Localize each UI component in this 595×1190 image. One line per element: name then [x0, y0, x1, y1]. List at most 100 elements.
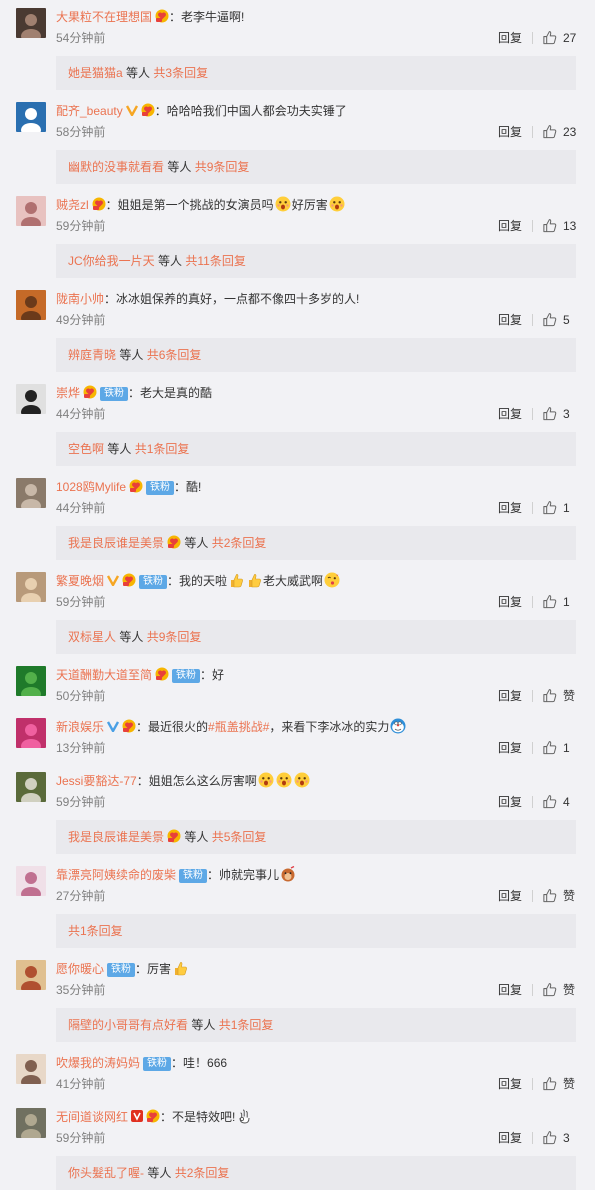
reply-button[interactable]: 回复 — [498, 594, 522, 610]
avatar[interactable] — [16, 866, 46, 896]
reply-button[interactable]: 回复 — [498, 218, 522, 234]
replies-preview[interactable]: 隔壁的小哥哥有点好看 等人 共1条回复 — [56, 1008, 576, 1042]
thumbs-up-icon — [542, 741, 557, 755]
username-link[interactable]: 无间道谈网红 — [56, 1110, 128, 1124]
like-button[interactable]: 1 — [542, 500, 570, 516]
reply-button[interactable]: 回复 — [498, 406, 522, 422]
replies-preview[interactable]: 共1条回复 — [56, 914, 576, 948]
avatar[interactable] — [16, 290, 46, 320]
reply-button[interactable]: 回复 — [498, 740, 522, 756]
reply-button[interactable]: 回复 — [498, 500, 522, 516]
like-button[interactable]: 23 — [542, 124, 576, 140]
view-replies-link[interactable]: 共1条回复 — [135, 442, 190, 456]
like-button[interactable]: 赞 — [542, 1076, 575, 1092]
avatar[interactable] — [16, 1054, 46, 1084]
reply-button[interactable]: 回复 — [498, 982, 522, 998]
username-link[interactable]: 繁夏晚烟 — [56, 574, 104, 588]
hashtag-link[interactable]: #瓶盖挑战# — [208, 720, 269, 734]
reply-username-link[interactable]: 你头髮乱了喔- — [68, 1166, 144, 1180]
replies-preview[interactable]: 辨庭青晓 等人 共6条回复 — [56, 338, 576, 372]
replies-preview[interactable]: 我是良辰谁是美景 等人 共5条回复 — [56, 820, 576, 854]
like-button[interactable]: 4 — [542, 794, 570, 810]
like-button[interactable]: 13 — [542, 218, 576, 234]
reply-button[interactable]: 回复 — [498, 312, 522, 328]
like-button[interactable]: 3 — [542, 1130, 570, 1146]
replies-preview[interactable]: 幽默的没事就看看 等人 共9条回复 — [56, 150, 576, 184]
view-replies-link[interactable]: 共11条回复 — [185, 254, 245, 268]
view-replies-link[interactable]: 共1条回复 — [219, 1018, 274, 1032]
replies-preview[interactable]: 双标星人 等人 共9条回复 — [56, 620, 576, 654]
reply-username-link[interactable]: 辨庭青晓 — [68, 348, 116, 362]
reply-username-link[interactable]: 隔壁的小哥哥有点好看 — [68, 1018, 188, 1032]
view-replies-link[interactable]: 共9条回复 — [195, 160, 250, 174]
view-replies-link[interactable]: 共6条回复 — [147, 348, 202, 362]
username-link[interactable]: 崇烨 — [56, 386, 80, 400]
like-button[interactable]: 1 — [542, 594, 570, 610]
reply-button[interactable]: 回复 — [498, 1130, 522, 1146]
avatar[interactable] — [16, 960, 46, 990]
comment-text: ：姐姐是第一个挑战的女演员吗 — [105, 198, 274, 212]
avatar[interactable] — [16, 572, 46, 602]
thumbs-up-icon — [542, 501, 557, 515]
avatar[interactable] — [16, 102, 46, 132]
username-link[interactable]: 天道酬勤大道至简 — [56, 668, 152, 682]
reply-username-link[interactable]: 她是猫猫a — [68, 66, 123, 80]
like-button[interactable]: 1 — [542, 740, 570, 756]
reply-username-link[interactable]: 我是良辰谁是美景 — [68, 536, 164, 550]
like-button[interactable]: 3 — [542, 406, 570, 422]
avatar[interactable] — [16, 478, 46, 508]
avatar[interactable] — [16, 1108, 46, 1138]
like-button[interactable]: 赞 — [542, 888, 575, 904]
replies-preview[interactable]: JC你给我一片天 等人 共11条回复 — [56, 244, 576, 278]
comment-text: ：老李牛逼啊! — [169, 10, 245, 24]
view-replies-link[interactable]: 共2条回复 — [212, 536, 267, 550]
reply-username-link[interactable]: 幽默的没事就看看 — [68, 160, 164, 174]
reply-button[interactable]: 回复 — [498, 688, 522, 704]
reply-username-link[interactable]: 双标星人 — [68, 630, 116, 644]
username-link[interactable]: 陇南小帅 — [56, 292, 104, 306]
view-replies-link[interactable]: 共1条回复 — [68, 924, 123, 938]
reply-button[interactable]: 回复 — [498, 888, 522, 904]
replies-preview[interactable]: 你头髮乱了喔- 等人 共2条回复 — [56, 1156, 576, 1190]
comment-text: ：好 — [200, 668, 225, 682]
replies-preview[interactable]: 我是良辰谁是美景 等人 共2条回复 — [56, 526, 576, 560]
like-button[interactable]: 赞 — [542, 982, 575, 998]
username-link[interactable]: 吹爆我的涛妈妈 — [56, 1056, 140, 1070]
thumbs-up-icon — [542, 1077, 557, 1091]
reply-others-text: 等人 — [167, 160, 192, 174]
view-replies-link[interactable]: 共3条回复 — [153, 66, 208, 80]
comment-time: 59分钟前 — [56, 595, 106, 609]
username-link[interactable]: 配齐_beauty — [56, 104, 123, 118]
view-replies-link[interactable]: 共9条回复 — [147, 630, 202, 644]
reply-username-link[interactable]: 我是良辰谁是美景 — [68, 830, 164, 844]
username-link[interactable]: 愿你暖心 — [56, 962, 104, 976]
reply-username-link[interactable]: 空色啊 — [68, 442, 104, 456]
reply-button[interactable]: 回复 — [498, 124, 522, 140]
replies-preview[interactable]: 空色啊 等人 共1条回复 — [56, 432, 576, 466]
like-button[interactable]: 27 — [542, 30, 576, 46]
reply-button[interactable]: 回复 — [498, 1076, 522, 1092]
username-link[interactable]: 大果粒不在理想国 — [56, 10, 152, 24]
reply-button[interactable]: 回复 — [498, 794, 522, 810]
view-replies-link[interactable]: 共5条回复 — [212, 830, 267, 844]
like-button[interactable]: 赞 — [542, 688, 575, 704]
username-link[interactable]: 贼尧zl — [56, 198, 89, 212]
comment-header: 繁夏晚烟 铁粉 ：我的天啦 老大威武啊 — [56, 572, 341, 590]
reply-username-link[interactable]: JC你给我一片天 — [68, 254, 155, 268]
avatar[interactable] — [16, 718, 46, 748]
username-link[interactable]: 1028鸥Mylife — [56, 480, 126, 494]
comment-time: 54分钟前 — [56, 31, 106, 45]
comment-header: 崇烨 铁粉 ：老大是真的酷 — [56, 384, 212, 402]
view-replies-link[interactable]: 共2条回复 — [175, 1166, 230, 1180]
avatar[interactable] — [16, 666, 46, 696]
replies-preview[interactable]: 她是猫猫a 等人 共3条回复 — [56, 56, 576, 90]
avatar[interactable] — [16, 772, 46, 802]
reply-button[interactable]: 回复 — [498, 30, 522, 46]
username-link[interactable]: 靠漂亮阿姨续命的废柴 — [56, 868, 176, 882]
avatar[interactable] — [16, 196, 46, 226]
avatar[interactable] — [16, 384, 46, 414]
username-link[interactable]: Jessi要豁达-77 — [56, 774, 137, 788]
username-link[interactable]: 新浪娱乐 — [56, 720, 104, 734]
avatar[interactable] — [16, 8, 46, 38]
like-button[interactable]: 5 — [542, 312, 570, 328]
